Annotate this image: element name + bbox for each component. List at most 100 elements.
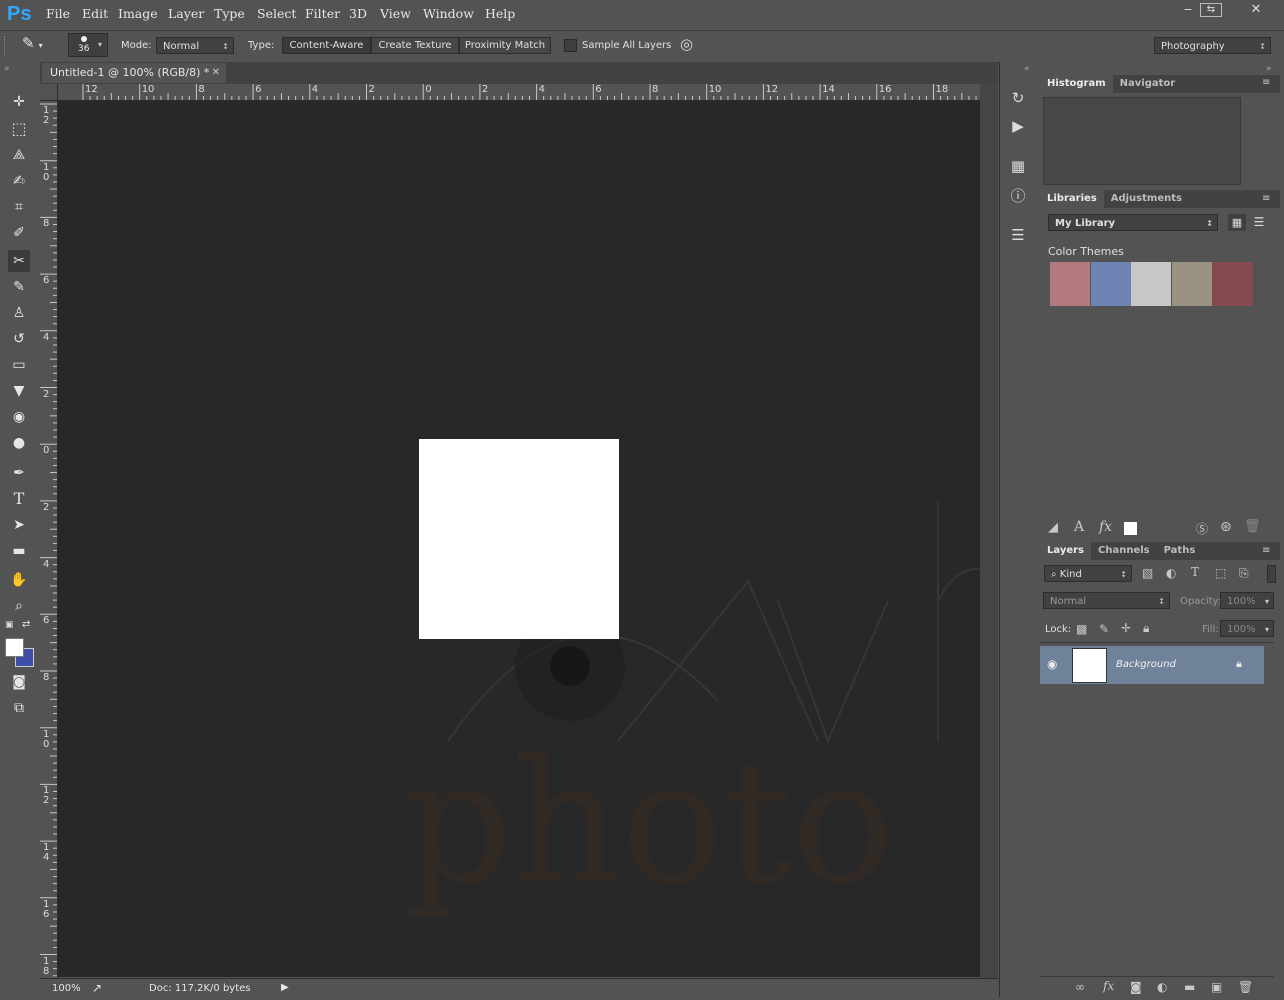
eyedropper-tool-icon[interactable]: ✐ xyxy=(8,222,30,244)
path-selection-tool-icon[interactable]: ➤ xyxy=(8,514,30,536)
actions-panel-icon[interactable]: ▶ xyxy=(1008,116,1028,136)
filter-adjustment-layers-icon[interactable]: ◐ xyxy=(1166,566,1176,580)
tab-paths[interactable]: Paths xyxy=(1157,542,1203,560)
list-view-icon[interactable]: ☰ xyxy=(1250,214,1268,231)
color-theme-swatch[interactable] xyxy=(1172,262,1212,306)
brush-tool-icon[interactable]: ✎ xyxy=(8,276,30,298)
share-icon[interactable]: ↗ xyxy=(92,981,102,995)
color-theme-swatch[interactable] xyxy=(1131,262,1171,306)
pressure-size-icon[interactable]: ◎ xyxy=(680,35,693,53)
ruler-origin[interactable] xyxy=(40,84,58,101)
zoom-level[interactable]: 100% xyxy=(52,983,81,994)
type-content-aware-button[interactable]: Content-Aware xyxy=(282,37,371,54)
close-tab-icon[interactable]: ✕ xyxy=(212,63,220,83)
filter-toggle[interactable] xyxy=(1267,565,1276,583)
tab-libraries[interactable]: Libraries xyxy=(1040,190,1104,208)
creative-cloud-icon[interactable]: ⊛ xyxy=(1220,519,1232,535)
collapse-panels-icon[interactable]: » xyxy=(1266,64,1272,74)
menu-image[interactable]: Image xyxy=(118,6,158,21)
type-create-texture-button[interactable]: Create Texture xyxy=(371,37,459,54)
grid-view-icon[interactable]: ▦ xyxy=(1228,214,1246,231)
opacity-input[interactable]: 100% ▾ xyxy=(1220,592,1274,609)
layer-thumbnail[interactable] xyxy=(1072,648,1107,683)
add-fill-color-icon[interactable] xyxy=(1124,522,1137,535)
menu-type[interactable]: Type xyxy=(214,6,245,21)
menu-window[interactable]: Window xyxy=(423,6,474,21)
paint-bucket-tool-icon[interactable]: ▼ xyxy=(8,380,30,402)
lock-transparent-pixels-icon[interactable]: ▩ xyxy=(1076,622,1087,636)
properties-panel-icon[interactable]: ▦ xyxy=(1008,156,1028,176)
spot-healing-brush-tool-icon[interactable]: ✂ xyxy=(8,250,30,272)
fill-input[interactable]: 100% ▾ xyxy=(1220,620,1274,637)
collapse-dock-icon[interactable]: « xyxy=(1024,64,1030,74)
status-menu-arrow-icon[interactable]: ▶ xyxy=(281,982,289,993)
layer-style-icon[interactable]: fx xyxy=(1103,979,1114,993)
minimize-button[interactable]: ‒ xyxy=(1176,2,1200,18)
new-layer-icon[interactable]: ▣ xyxy=(1211,980,1222,994)
menu-layer[interactable]: Layer xyxy=(168,6,204,21)
tab-adjustments[interactable]: Adjustments xyxy=(1104,190,1189,208)
new-group-icon[interactable]: ▬ xyxy=(1184,980,1195,994)
clone-stamp-tool-icon[interactable]: ♙ xyxy=(8,302,30,324)
filter-shape-layers-icon[interactable]: ⬚ xyxy=(1215,566,1226,580)
document-tab[interactable]: Untitled-1 @ 100% (RGB/8) * ✕ xyxy=(42,63,226,83)
menu-select[interactable]: Select xyxy=(257,6,296,21)
layer-name[interactable]: Background xyxy=(1116,659,1176,670)
dodge-tool-icon[interactable]: ● xyxy=(8,432,30,454)
menu-3d[interactable]: 3D xyxy=(349,6,367,21)
color-theme-swatch[interactable] xyxy=(1212,262,1253,306)
add-layer-style-icon[interactable]: fx xyxy=(1099,519,1112,535)
foreground-color-swatch[interactable] xyxy=(5,638,24,657)
menu-help[interactable]: Help xyxy=(485,6,515,21)
layer-filter-kind-select[interactable]: ⌕ Kind ↕ xyxy=(1044,565,1132,582)
zoom-tool-icon[interactable]: ⌕ xyxy=(8,595,30,617)
panel-menu-icon[interactable]: ≡ xyxy=(1262,193,1270,204)
pen-tool-icon[interactable]: ✒ xyxy=(8,462,30,484)
restore-button[interactable]: ⇆ xyxy=(1200,3,1222,17)
add-graphic-icon[interactable]: ◢ xyxy=(1048,520,1058,535)
swap-colors-icon[interactable]: ⇄ xyxy=(22,619,30,630)
type-proximity-match-button[interactable]: Proximity Match xyxy=(459,37,551,54)
move-tool-icon[interactable]: ✛ xyxy=(8,91,30,113)
rectangular-marquee-tool-icon[interactable]: ⬚ xyxy=(8,118,30,140)
color-theme-swatch[interactable] xyxy=(1091,262,1131,306)
quick-mask-icon[interactable]: ◙ xyxy=(8,671,30,693)
visibility-eye-icon[interactable]: ◉ xyxy=(1047,657,1057,671)
workspace-select[interactable]: Photography ↕ xyxy=(1154,37,1271,54)
adobe-stock-icon[interactable]: Ⓢ xyxy=(1196,520,1208,537)
blend-mode-select[interactable]: Normal ↕ xyxy=(1043,592,1170,609)
trash-icon[interactable]: 🗑 xyxy=(1244,519,1261,534)
brush-picker[interactable]: 36 ▾ xyxy=(68,33,108,57)
delete-layer-icon[interactable]: 🗑 xyxy=(1238,980,1253,994)
tool-presets-panel-icon[interactable]: ☰ xyxy=(1008,225,1028,245)
hand-tool-icon[interactable]: ✋ xyxy=(8,569,30,591)
filter-type-layers-icon[interactable]: T xyxy=(1191,565,1199,579)
new-adjustment-layer-icon[interactable]: ◐ xyxy=(1157,980,1167,994)
history-panel-icon[interactable]: ↻ xyxy=(1008,88,1028,108)
blur-tool-icon[interactable]: ◉ xyxy=(8,406,30,428)
quick-selection-tool-icon[interactable]: ✍ xyxy=(8,170,30,192)
lock-image-pixels-icon[interactable]: ✎ xyxy=(1099,622,1109,636)
info-panel-icon[interactable]: ⓘ xyxy=(1008,186,1028,206)
sample-all-layers-checkbox[interactable] xyxy=(564,39,577,52)
expand-panel-icon[interactable]: » xyxy=(4,64,10,74)
menu-edit[interactable]: Edit xyxy=(82,6,108,21)
type-tool-icon[interactable]: T xyxy=(8,488,30,510)
tab-layers[interactable]: Layers xyxy=(1040,542,1091,560)
menu-view[interactable]: View xyxy=(380,6,411,21)
close-button[interactable]: ✕ xyxy=(1244,2,1268,18)
menu-file[interactable]: File xyxy=(46,6,70,21)
tab-navigator[interactable]: Navigator xyxy=(1113,75,1183,93)
filter-smart-objects-icon[interactable]: ⎘ xyxy=(1239,566,1249,581)
canvas-scrollbar[interactable] xyxy=(980,84,998,978)
tab-channels[interactable]: Channels xyxy=(1091,542,1157,560)
lasso-tool-icon[interactable]: ⟁ xyxy=(8,144,30,166)
library-select[interactable]: My Library ↕ xyxy=(1048,214,1218,231)
link-layers-icon[interactable]: ∞ xyxy=(1075,980,1085,994)
menu-filter[interactable]: Filter xyxy=(305,6,340,21)
panel-menu-icon[interactable]: ≡ xyxy=(1262,545,1270,556)
eraser-tool-icon[interactable]: ▭ xyxy=(8,354,30,376)
tab-histogram[interactable]: Histogram xyxy=(1040,75,1113,93)
screen-mode-icon[interactable]: ⧉ xyxy=(8,697,30,719)
add-character-style-icon[interactable]: A xyxy=(1074,519,1084,535)
